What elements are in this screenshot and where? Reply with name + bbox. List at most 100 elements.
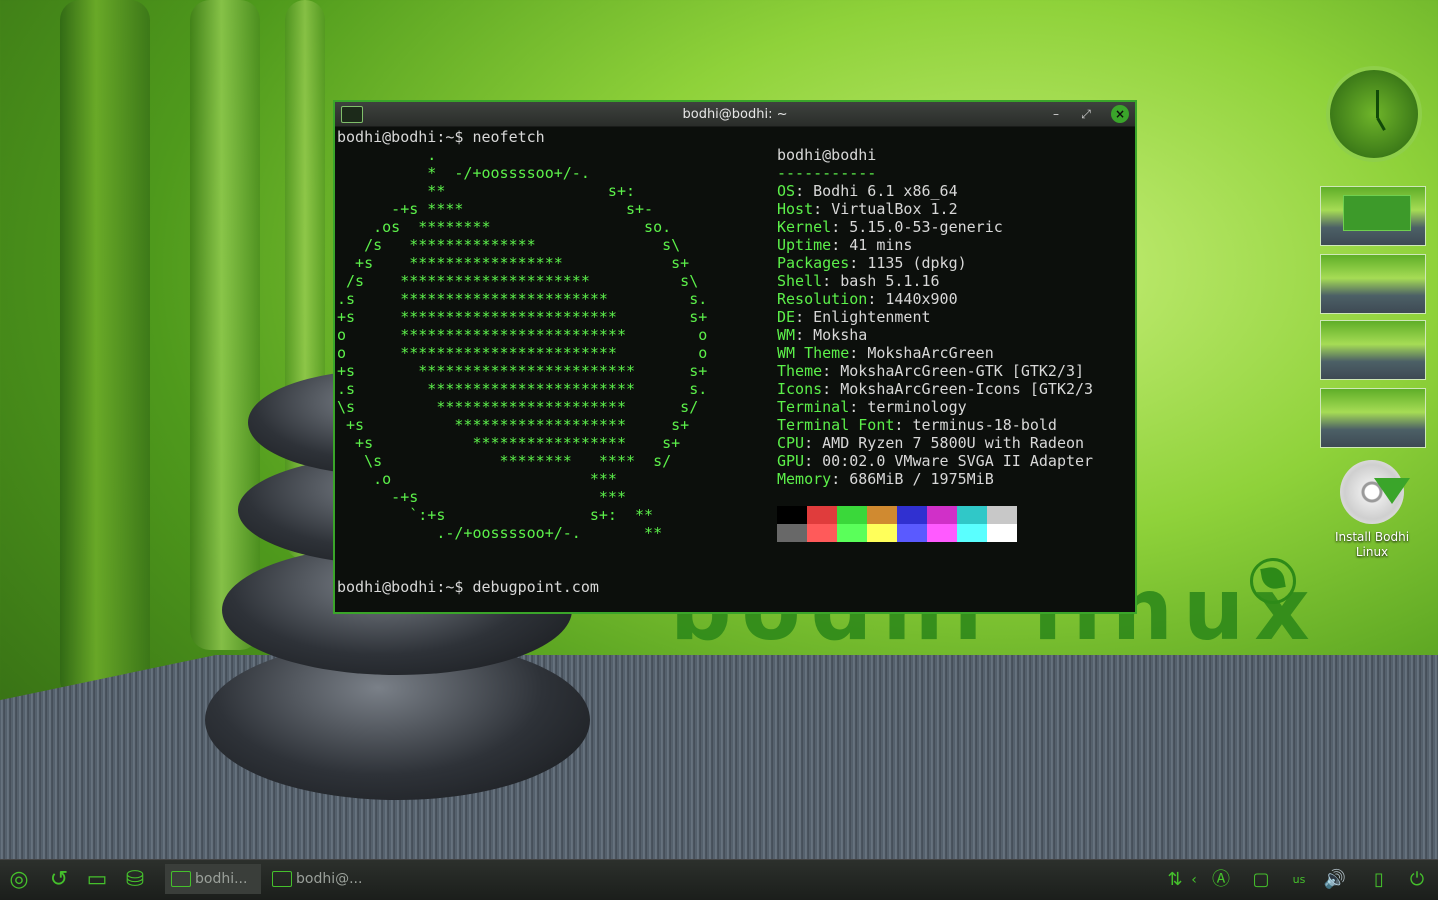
neofetch-ascii-line: .os ******** so. xyxy=(337,218,672,236)
info-value: MokshaArcGreen-Icons [GTK2/3 xyxy=(840,380,1094,398)
info-value: VirtualBox 1.2 xyxy=(831,200,958,218)
close-button[interactable]: × xyxy=(1111,105,1129,123)
info-label: GPU xyxy=(777,452,805,470)
keyboard-layout-icon[interactable]: Ⓐ xyxy=(1206,866,1236,894)
info-label: Icons xyxy=(777,380,823,398)
neofetch-ascii-line: \s ********************* s/ xyxy=(337,398,699,416)
color-swatch xyxy=(777,506,807,524)
clock-hour-hand xyxy=(1376,117,1386,131)
desktop-pager-3[interactable] xyxy=(1320,320,1426,380)
info-value: 41 mins xyxy=(849,236,913,254)
start-menu-icon[interactable]: ◎ xyxy=(4,866,34,894)
info-value: 00:02.0 VMware SVGA II Adapter xyxy=(822,452,1094,470)
power-icon[interactable]: ⏻ xyxy=(1402,866,1432,894)
color-swatch xyxy=(807,524,837,542)
disc-install-icon xyxy=(1340,460,1410,524)
window-title: bodhi@bodhi: ~ xyxy=(682,106,788,122)
neofetch-ascii-line: -+s *** xyxy=(337,488,626,506)
info-value: 686MiB / 1975MiB xyxy=(849,470,994,488)
neofetch-info-row: Terminal: terminology xyxy=(777,398,967,416)
maximize-button[interactable]: ⤢ xyxy=(1077,105,1095,123)
info-label: Host xyxy=(777,200,814,218)
terminal-icon xyxy=(272,871,292,887)
neofetch-info-row: CPU: AMD Ryzen 7 5800U with Radeon xyxy=(777,434,1085,452)
desktop-pager-4[interactable] xyxy=(1320,388,1426,448)
info-label: Theme xyxy=(777,362,823,380)
notification-icon[interactable]: ▢ xyxy=(1246,866,1276,894)
app-center-icon[interactable]: ⛁ xyxy=(120,866,150,894)
install-bodhi-desktop-icon[interactable]: Install Bodhi Linux xyxy=(1330,460,1414,560)
color-swatch xyxy=(837,524,867,542)
minimize-button[interactable]: – xyxy=(1047,105,1065,123)
info-value: MokshaArcGreen xyxy=(867,344,994,362)
neofetch-ascii-line: /s ************** s\ xyxy=(337,236,681,254)
neofetch-ascii-line: .o *** xyxy=(337,470,617,488)
color-swatch xyxy=(837,506,867,524)
neofetch-info-row: Theme: MokshaArcGreen-GTK [GTK2/3] xyxy=(777,362,1085,380)
info-label: Kernel xyxy=(777,218,832,236)
taskbar: ◎ ↺ ▭ ⛁ bodhi... bodhi@... ⇅ ‹ Ⓐ ▢ us 🔊 … xyxy=(0,859,1438,900)
neofetch-info-row: Shell: bash 5.1.16 xyxy=(777,272,940,290)
neofetch-ascii-line: * -/+oossssoo+/-. xyxy=(337,164,590,182)
neofetch-info-row: Packages: 1135 (dpkg) xyxy=(777,254,967,272)
neofetch-ascii-line: .s *********************** s. xyxy=(337,290,708,308)
neofetch-ascii-line: \s ******** **** s/ xyxy=(337,452,672,470)
neofetch-ascii-line: o ************************ o xyxy=(337,344,708,362)
info-label: Packages xyxy=(777,254,850,272)
taskbar-item-label: bodhi... xyxy=(195,871,248,887)
neofetch-ascii-line: +s ************************ s+ xyxy=(337,308,708,326)
terminal-content[interactable]: bodhi@bodhi:~$ neofetch bodhi@bodhi ----… xyxy=(337,128,1135,612)
info-label: Uptime xyxy=(777,236,832,254)
command-prompt: bodhi@bodhi:~$ neofetch xyxy=(337,128,545,146)
info-label: OS xyxy=(777,182,796,200)
volume-icon[interactable]: 🔊 xyxy=(1320,866,1350,894)
color-swatch xyxy=(927,524,957,542)
terminal-launcher-icon[interactable]: ▭ xyxy=(82,866,112,894)
info-value: 5.15.0-53-generic xyxy=(849,218,1003,236)
bodhi-leaf-icon[interactable]: ↺ xyxy=(44,866,74,894)
neofetch-ascii-line: +s ***************** s+ xyxy=(337,434,681,452)
clock-gadget[interactable] xyxy=(1326,66,1422,162)
clock-minute-hand xyxy=(1376,90,1379,118)
neofetch-info-row: Host: VirtualBox 1.2 xyxy=(777,200,958,218)
neofetch-ascii-line: . xyxy=(337,146,437,164)
taskbar-item-terminal-2[interactable]: bodhi@... xyxy=(266,864,366,894)
neofetch-ascii-line: /s ********************* s\ xyxy=(337,272,699,290)
info-value: Moksha xyxy=(813,326,868,344)
battery-icon[interactable]: ▯ xyxy=(1364,866,1394,894)
neofetch-ascii-line: -+s **** s+- xyxy=(337,200,654,218)
color-swatch xyxy=(867,506,897,524)
pager-window-preview xyxy=(1343,195,1411,231)
terminal-window[interactable]: bodhi@bodhi: ~ – ⤢ × bodhi@bodhi:~$ neof… xyxy=(333,100,1137,614)
neofetch-ascii-line: +s ******************* s+ xyxy=(337,416,690,434)
terminal-icon[interactable] xyxy=(341,106,363,123)
wallpaper-bamboo xyxy=(190,0,260,650)
info-label: DE xyxy=(777,308,796,326)
neofetch-ascii-line: .-/+oossssoo+/-. ** xyxy=(337,524,663,542)
taskbar-item-terminal-1[interactable]: bodhi... xyxy=(165,864,261,894)
neofetch-ascii-line: ** s+: xyxy=(337,182,636,200)
bodhi-leaf-logo xyxy=(1250,558,1296,604)
neofetch-info-row: DE: Enlightenment xyxy=(777,308,931,326)
info-value: 1440x900 xyxy=(885,290,958,308)
info-value: terminology xyxy=(867,398,967,416)
desktop-pager-2[interactable] xyxy=(1320,254,1426,314)
neofetch-info-row: Kernel: 5.15.0-53-generic xyxy=(777,218,1003,236)
color-swatch xyxy=(867,524,897,542)
taskbar-item-label: bodhi@... xyxy=(296,871,363,887)
info-value: 1135 (dpkg) xyxy=(867,254,967,272)
terminal-icon xyxy=(171,871,191,887)
neofetch-ascii-line: o ************************* o xyxy=(337,326,708,344)
desktop-pager-1[interactable] xyxy=(1320,186,1426,246)
tray-expand-icon[interactable]: ‹ xyxy=(1186,866,1202,894)
info-value: bash 5.1.16 xyxy=(840,272,940,290)
info-label: WM xyxy=(777,326,796,344)
color-swatch xyxy=(897,506,927,524)
window-titlebar[interactable]: bodhi@bodhi: ~ – ⤢ × xyxy=(335,102,1135,127)
neofetch-info-row: Memory: 686MiB / 1975MiB xyxy=(777,470,994,488)
info-label: Resolution xyxy=(777,290,868,308)
language-us-icon[interactable]: us xyxy=(1284,866,1314,894)
info-separator: ----------- xyxy=(777,164,877,182)
neofetch-info-row: Icons: MokshaArcGreen-Icons [GTK2/3 xyxy=(777,380,1094,398)
neofetch-info-row: OS: Bodhi 6.1 x86_64 xyxy=(777,182,958,200)
